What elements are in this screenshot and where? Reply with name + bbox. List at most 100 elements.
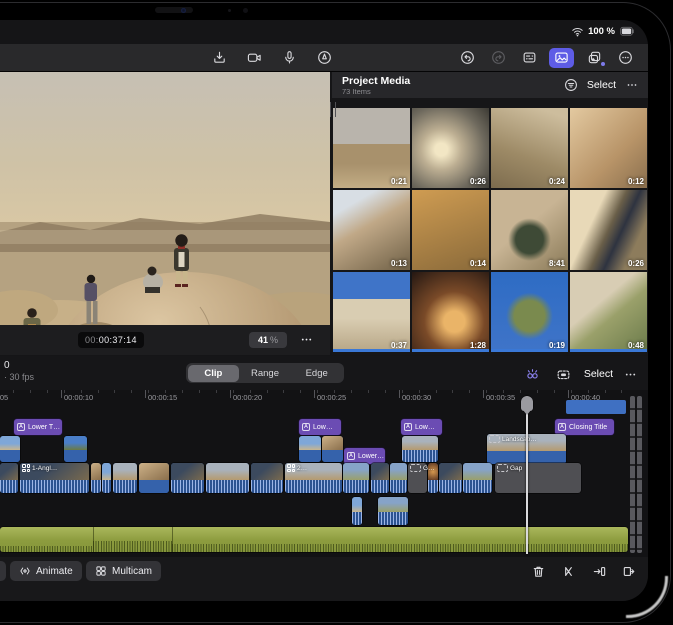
- timeline-video-clip[interactable]: 1-Angl…: [20, 463, 89, 493]
- timeline-title-clip[interactable]: ALow…: [299, 419, 341, 435]
- media-clip-thumbnail[interactable]: 0:12: [570, 108, 647, 188]
- media-clip-thumbnail[interactable]: 0:37: [333, 272, 410, 352]
- inspector-icon[interactable]: [518, 48, 540, 68]
- timeline-video-clip[interactable]: [113, 463, 137, 493]
- timeline-video-clip[interactable]: [463, 463, 492, 493]
- mic-icon[interactable]: [278, 48, 300, 68]
- audio-waveform: [172, 544, 628, 552]
- enhance-icon[interactable]: [522, 364, 544, 384]
- mode-tab-clip[interactable]: Clip: [188, 365, 240, 382]
- clip-audio-waveform: [428, 480, 438, 494]
- media-clip-thumbnail[interactable]: 0:48: [570, 272, 647, 352]
- timeline-gap-clip[interactable]: G…: [408, 463, 427, 493]
- timeline-vertical-scrollbar[interactable]: [629, 396, 644, 553]
- media-clip-thumbnail[interactable]: 0:26: [412, 108, 489, 188]
- media-clip-thumbnail[interactable]: 0:24: [491, 108, 568, 188]
- timeline-title-clip[interactable]: ALower…: [344, 448, 385, 464]
- clip-filmstrip: [171, 463, 204, 480]
- media-select-button[interactable]: Select: [587, 79, 616, 91]
- media-clip-thumbnail[interactable]: 0:13: [333, 190, 410, 270]
- clip-audio-waveform: [299, 450, 321, 462]
- audio-waveform: [93, 541, 172, 552]
- timeline-title-clip[interactable]: ALow…: [401, 419, 442, 435]
- timeline-audio-clip[interactable]: [0, 527, 628, 552]
- viewer-video-preview[interactable]: [0, 72, 330, 325]
- timeline-select-button[interactable]: Select: [584, 368, 613, 380]
- overlay-icon[interactable]: [553, 364, 575, 384]
- placeholder-frame-icon: [497, 464, 508, 472]
- playhead-line[interactable]: [526, 396, 527, 554]
- timeline-title-clip[interactable]: ALower T…: [14, 419, 62, 435]
- timeline-gap-clip[interactable]: Gap: [495, 463, 581, 493]
- panel-resize-handle-vertical[interactable]: [330, 102, 336, 117]
- insert-icon[interactable]: [591, 563, 608, 580]
- animate-button[interactable]: Animate: [10, 561, 82, 581]
- media-more-button[interactable]: [624, 75, 640, 95]
- clip-duration: 0:14: [470, 259, 486, 268]
- media-clip-thumbnail[interactable]: 8:41: [491, 190, 568, 270]
- clip-filmstrip: [0, 463, 18, 480]
- timecode-display[interactable]: 00:00:37:14: [78, 332, 144, 348]
- media-clip-thumbnail[interactable]: 0:19: [491, 272, 568, 352]
- media-clip-thumbnail[interactable]: 1:28: [412, 272, 489, 352]
- timeline-video-clip[interactable]: [171, 463, 204, 493]
- filter-icon[interactable]: [563, 75, 579, 95]
- timeline-video-clip[interactable]: [322, 436, 343, 462]
- ruler-minor-tick: [199, 390, 200, 393]
- toolbar-left-group: [208, 44, 335, 71]
- timeline-video-clip[interactable]: [251, 463, 283, 493]
- import-icon[interactable]: [208, 48, 230, 68]
- ruler-minor-tick: [452, 390, 453, 393]
- timeline-more-button[interactable]: [622, 364, 638, 384]
- timeline-video-clip[interactable]: [299, 436, 321, 462]
- more-icon[interactable]: [614, 48, 636, 68]
- timeline-clip-bar[interactable]: [566, 400, 626, 414]
- timeline-video-clip[interactable]: [378, 497, 408, 525]
- zoom-level-button[interactable]: 41%: [249, 332, 287, 348]
- audio-segment-divider: [93, 527, 94, 552]
- timeline-video-clip[interactable]: [0, 463, 18, 493]
- media-clip-thumbnail[interactable]: 0:14: [412, 190, 489, 270]
- timeline-video-clip[interactable]: [91, 463, 101, 493]
- mode-tab-range[interactable]: Range: [239, 365, 291, 382]
- multicam-button[interactable]: Multicam: [86, 561, 161, 581]
- effects-icon[interactable]: [583, 48, 605, 68]
- media-clip-thumbnail[interactable]: 0:21: [333, 108, 410, 188]
- timeline-video-clip[interactable]: [439, 463, 462, 493]
- media-item-count: 73 Items: [342, 87, 371, 96]
- ruler-minor-tick: [182, 390, 183, 393]
- timeline-video-clip[interactable]: [352, 497, 362, 525]
- viewer-more-button[interactable]: [297, 330, 315, 348]
- timeline-video-clip[interactable]: [64, 436, 87, 462]
- redo-icon[interactable]: [487, 48, 509, 68]
- edge-button-partial[interactable]: [0, 561, 6, 581]
- timeline-video-clip[interactable]: [390, 463, 407, 493]
- timeline-video-clip[interactable]: [139, 463, 169, 493]
- blade-icon[interactable]: [560, 563, 577, 580]
- ruler-major-tick: [314, 390, 315, 398]
- clip-audio-waveform: [102, 480, 111, 494]
- placeholder-frame-icon: [410, 464, 421, 472]
- timeline-video-clip[interactable]: [343, 463, 369, 493]
- media-clip-thumbnail[interactable]: 0:26: [570, 190, 647, 270]
- battery-icon: [619, 25, 636, 37]
- timeline-video-clip[interactable]: [371, 463, 389, 493]
- clip-filmstrip: [322, 436, 343, 450]
- timeline-title-clip[interactable]: AClosing Title: [555, 419, 614, 435]
- pencil-icon[interactable]: [313, 48, 335, 68]
- record-camera-icon[interactable]: [243, 48, 265, 68]
- mode-tab-edge[interactable]: Edge: [291, 365, 343, 382]
- timeline-video-clip[interactable]: [206, 463, 249, 493]
- ruler-minor-tick: [47, 390, 48, 393]
- undo-icon[interactable]: [456, 48, 478, 68]
- timeline-tracks[interactable]: 00:00:0500:00:1000:00:1500:00:2000:00:25…: [0, 390, 648, 557]
- timeline-video-clip[interactable]: [0, 436, 20, 462]
- playhead-handle[interactable]: [521, 396, 533, 411]
- ruler-minor-tick: [13, 390, 14, 393]
- media-browser-icon[interactable]: [549, 48, 574, 68]
- timeline-video-clip[interactable]: [402, 436, 438, 462]
- trash-icon[interactable]: [530, 563, 547, 580]
- timeline-video-clip[interactable]: [102, 463, 111, 493]
- clip-filmstrip: [371, 463, 389, 480]
- timeline-video-clip[interactable]: 2…: [285, 463, 342, 493]
